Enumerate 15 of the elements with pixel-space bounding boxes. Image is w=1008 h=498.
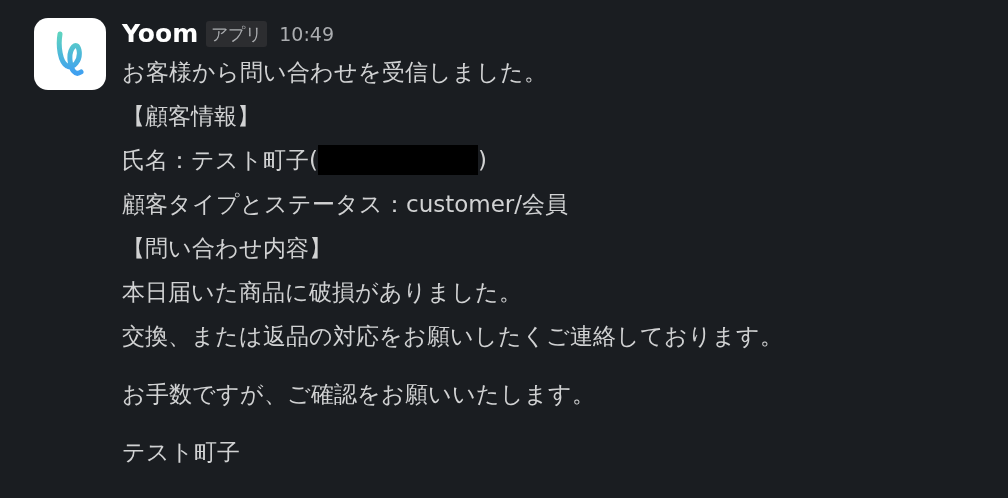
message-line: お客様から問い合わせを受信しました。: [122, 58, 548, 87]
closing-parenthesis: ): [478, 146, 487, 175]
message-line: 交換、または返品の対応をお願いしたくご連絡しております。: [122, 322, 783, 351]
message-line: テスト町子: [122, 438, 241, 467]
app-avatar[interactable]: [34, 18, 106, 90]
message-line: 【顧客情報】: [122, 102, 261, 131]
message-line: 氏名：テスト町子(: [122, 146, 318, 175]
loop-letter-icon: [55, 30, 85, 78]
sender-name[interactable]: Yoom: [122, 15, 199, 53]
app-badge: アプリ: [206, 21, 268, 47]
message-line: 本日届いた商品に破損がありました。: [122, 278, 523, 307]
message-line: お手数ですが、ご確認をお願いいたします。: [122, 380, 596, 409]
message-line: 顧客タイプとステータス：customer/会員: [122, 190, 570, 219]
timestamp[interactable]: 10:49: [279, 19, 334, 49]
message-line: 【問い合わせ内容】: [122, 234, 333, 263]
